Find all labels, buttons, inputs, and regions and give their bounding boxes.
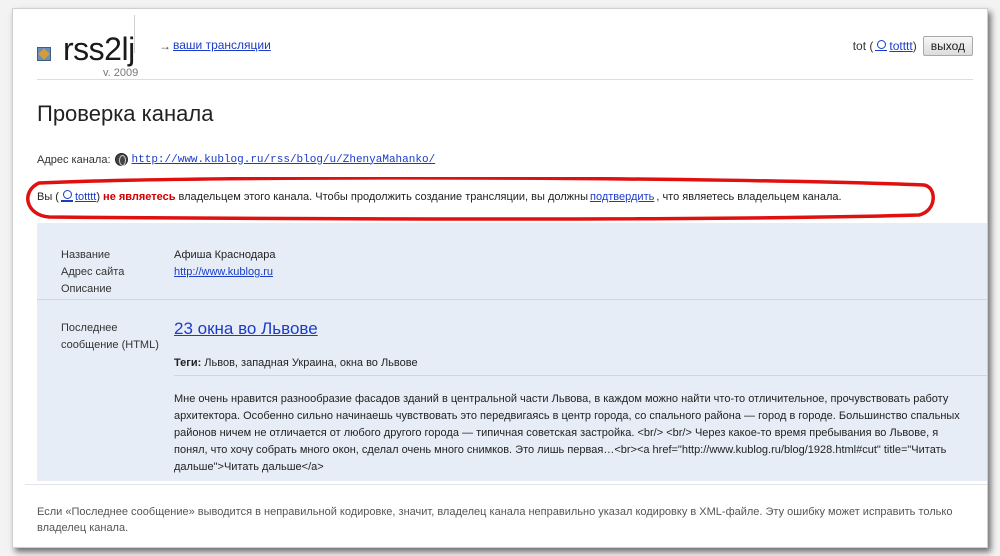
logout-button[interactable]: выход — [922, 36, 973, 56]
post-tags: Теги: Львов, западная Украина, окна во Ль… — [174, 357, 418, 369]
my-translations-link[interactable]: ваши трансляции — [173, 38, 271, 52]
tags-divider — [174, 375, 987, 376]
feed-label: Адрес канала: — [37, 153, 111, 166]
last-post-title-link[interactable]: 23 окна во Львове — [174, 319, 318, 339]
channel-name: Афиша Краснодара — [174, 249, 276, 261]
channel-site-link[interactable]: http://www.kublog.ru — [174, 264, 273, 281]
warning-suffix: ) — [96, 190, 101, 203]
warning-user-link[interactable]: totttt — [75, 191, 96, 203]
warning-strong: не являетесь — [103, 190, 176, 203]
ownership-warning: Вы ( totttt ) не являетесь владельцем эт… — [37, 190, 842, 203]
tags-label: Теги: — [174, 357, 202, 369]
tags-value: Львов, западная Украина, окна во Львове — [204, 357, 418, 369]
header-divider — [134, 15, 135, 53]
header-rule — [37, 79, 973, 80]
warning-end: , что являетесь владельцем канала. — [656, 190, 842, 203]
label-description: Описание — [61, 283, 112, 295]
app-year: v. 2009 — [103, 67, 139, 79]
user-prefix: tot ( — [852, 39, 874, 53]
label-name: Название — [61, 249, 111, 261]
user-box: tot ( totttt ) выход — [853, 36, 973, 56]
label-last-post-1: Последнее — [61, 322, 118, 334]
globe-icon — [114, 153, 128, 166]
user-suffix: ) — [912, 39, 917, 53]
post-body: Мне очень нравится разнообразие фасадов … — [174, 393, 960, 473]
confirm-link[interactable]: подтвердить — [590, 191, 654, 203]
nav-arrow-icon: → — [159, 39, 171, 53]
page-title: Проверка канала — [37, 101, 214, 126]
app-title: rss2lj — [63, 31, 135, 67]
warning-middle: владельцем этого канала. Чтобы продолжит… — [178, 190, 589, 203]
label-site: Адрес сайта — [61, 266, 125, 278]
browser-page-frame: rss2lj v. 2009 → ваши трансляции tot ( t… — [12, 8, 988, 548]
user-icon — [60, 190, 73, 203]
user-link[interactable]: totttt — [889, 39, 912, 53]
feed-address: Адрес канала: http://www.kublog.ru/rss/b… — [37, 153, 435, 166]
label-last-post-2: сообщение (HTML) — [61, 339, 159, 351]
encoding-note: Если «Последнее сообщение» выводится в н… — [37, 506, 953, 534]
user-icon — [875, 39, 888, 53]
feed-url-link[interactable]: http://www.kublog.ru/rss/blog/u/ZhenyaMa… — [132, 154, 436, 166]
row-divider — [37, 299, 987, 300]
warning-prefix: Вы ( — [37, 190, 59, 203]
channel-info-panel: Название Адрес сайта Описание Афиша Крас… — [37, 223, 987, 481]
footer-rule — [25, 484, 987, 485]
rss-logo-icon — [37, 47, 51, 61]
